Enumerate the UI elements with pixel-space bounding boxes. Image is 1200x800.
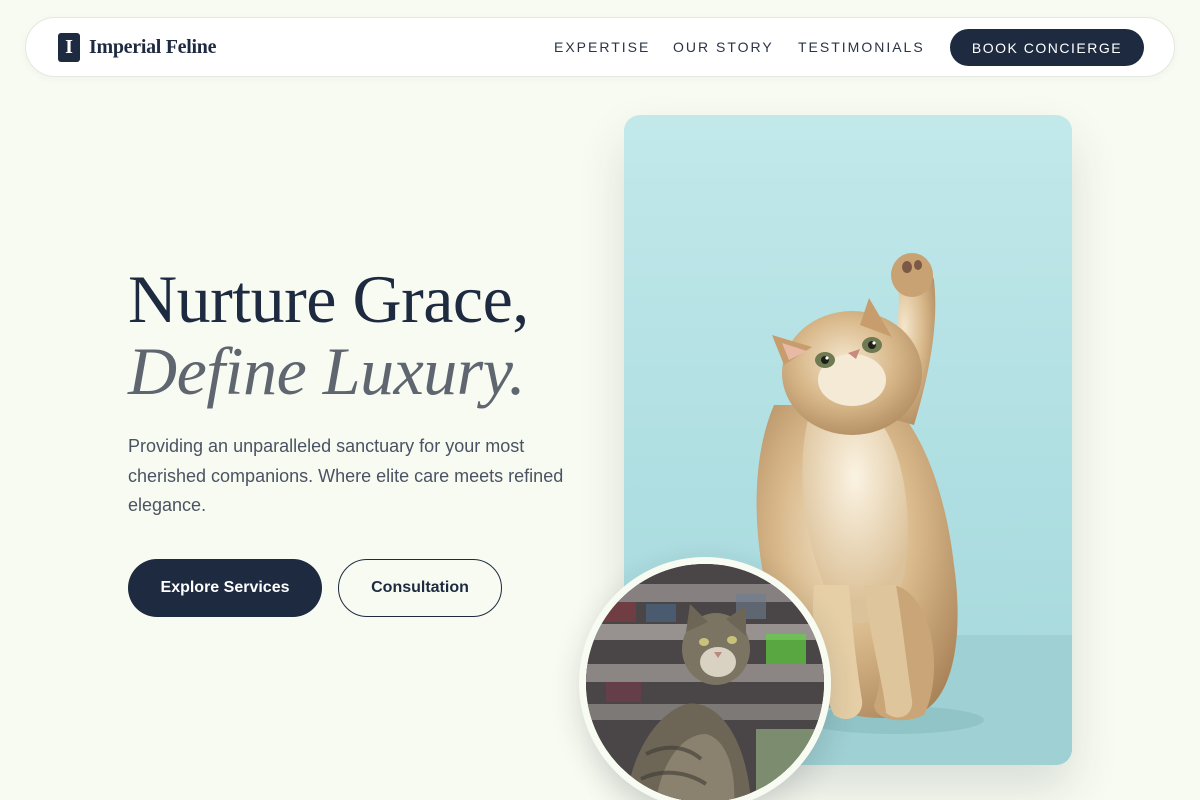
- secondary-photo: [586, 564, 824, 800]
- brand-mark-icon: I: [58, 33, 80, 62]
- secondary-photo-frame: [579, 557, 831, 800]
- brand-name: Imperial Feline: [89, 36, 217, 58]
- tabby-cat-looking-up-photo: [586, 564, 824, 800]
- nav-link-our-story[interactable]: OUR STORY: [673, 39, 774, 55]
- book-concierge-button[interactable]: BOOK CONCIERGE: [950, 29, 1144, 66]
- headline-line-1: Nurture Grace,: [128, 261, 529, 337]
- explore-services-button[interactable]: Explore Services: [128, 559, 322, 617]
- consultation-button[interactable]: Consultation: [338, 559, 502, 617]
- nav-link-expertise[interactable]: EXPERTISE: [554, 39, 650, 55]
- top-navbar: I Imperial Feline EXPERTISE OUR STORY TE…: [25, 17, 1175, 77]
- brand-logo[interactable]: I Imperial Feline: [58, 33, 216, 62]
- headline-line-2: Define Luxury.: [128, 333, 526, 409]
- hero-subcopy: Providing an unparalleled sanctuary for …: [128, 436, 564, 515]
- nav-link-testimonials[interactable]: TESTIMONIALS: [798, 39, 925, 55]
- hero-headline: Nurture Grace, Define Luxury.: [128, 263, 529, 407]
